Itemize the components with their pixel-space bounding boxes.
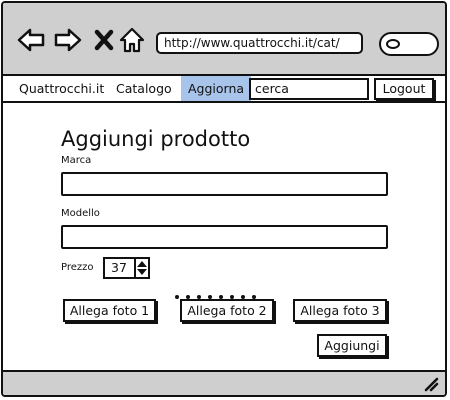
resize-grip-icon[interactable]	[423, 376, 439, 392]
attach-photo-3-button[interactable]: Allega foto 3	[293, 299, 387, 322]
main-menu: Quattrocchi.it Catalogo Aggiorna cerca L…	[3, 76, 445, 103]
attach-photo-2-button[interactable]: Allega foto 2	[180, 299, 274, 322]
menu-catalog-link[interactable]: Catalogo	[116, 76, 172, 101]
browser-window: http://www.quattrocchi.it/cat/ Quattrocc…	[1, 1, 447, 397]
browser-toolbar: http://www.quattrocchi.it/cat/	[3, 3, 445, 76]
brand-field[interactable]	[61, 172, 388, 196]
menu-brand-link[interactable]: Quattrocchi.it	[19, 76, 104, 101]
model-label: Modello	[61, 208, 100, 219]
back-arrow-icon[interactable]	[16, 25, 46, 55]
menu-search-input[interactable]: cerca	[249, 78, 369, 100]
stepper-up-icon[interactable]	[137, 261, 147, 267]
home-icon[interactable]	[117, 25, 147, 55]
logout-button[interactable]: Logout	[374, 78, 434, 100]
brand-label: Marca	[61, 155, 92, 166]
stepper-arrows[interactable]	[134, 259, 148, 277]
price-value: 37	[111, 260, 127, 275]
page-title: Aggiungi prodotto	[61, 127, 251, 151]
forward-arrow-icon[interactable]	[53, 25, 83, 55]
browser-search-field[interactable]	[379, 32, 439, 56]
pagination-dots	[175, 284, 269, 299]
dot	[175, 295, 179, 299]
stepper-down-icon[interactable]	[137, 269, 147, 275]
url-input[interactable]: http://www.quattrocchi.it/cat/	[156, 32, 363, 54]
price-stepper[interactable]: 37	[103, 257, 150, 279]
add-button[interactable]: Aggiungi	[317, 334, 387, 357]
status-bar	[3, 370, 445, 395]
close-x-icon[interactable]	[89, 25, 119, 55]
search-icon	[386, 39, 400, 49]
attach-photo-1-button[interactable]: Allega foto 1	[63, 299, 156, 322]
menu-update-link[interactable]: Aggiorna	[181, 76, 252, 101]
model-field[interactable]	[61, 225, 388, 249]
price-label: Prezzo	[61, 262, 94, 273]
